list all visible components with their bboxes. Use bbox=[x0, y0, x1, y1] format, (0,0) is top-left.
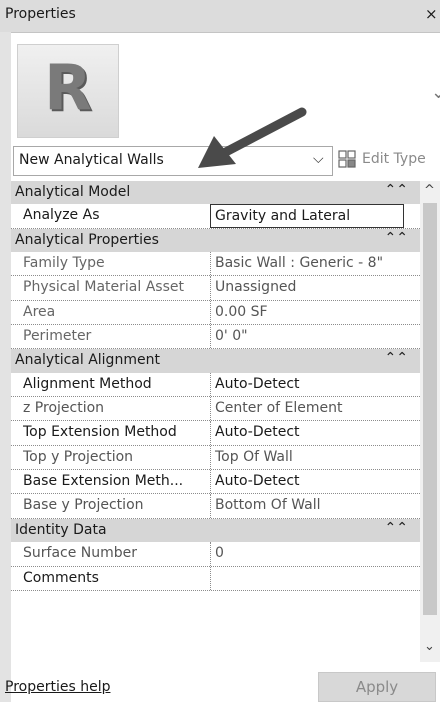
property-name: Base y Projection bbox=[23, 497, 144, 514]
property-row[interactable]: Alignment Method Auto-Detect bbox=[11, 372, 420, 398]
chevron-down-icon: ⌵ bbox=[313, 151, 324, 167]
property-value-text: Unassigned bbox=[215, 279, 297, 296]
revit-logo-icon: R bbox=[17, 44, 119, 138]
group-label: Analytical Alignment bbox=[15, 352, 160, 369]
group-analytical-alignment[interactable]: Analytical Alignment ⌃⌃ bbox=[11, 349, 420, 373]
property-value-text: Basic Wall : Generic - 8" bbox=[215, 255, 384, 272]
property-value[interactable]: 0 bbox=[210, 542, 404, 566]
property-value[interactable] bbox=[210, 566, 404, 590]
property-name: Base Extension Meth... bbox=[23, 473, 184, 490]
properties-grid: Analytical Model ⌃⌃ Analyze As Gravity a… bbox=[11, 181, 420, 591]
collapse-icon[interactable]: ⌃⌃ bbox=[385, 230, 408, 246]
property-value-text: 0 bbox=[215, 545, 224, 562]
scroll-up-icon[interactable]: ^ bbox=[424, 183, 435, 198]
group-label: Identity Data bbox=[15, 521, 107, 538]
scroll-thumb[interactable] bbox=[423, 203, 437, 615]
property-value-text: Center of Element bbox=[215, 400, 343, 417]
property-value-text: Top Of Wall bbox=[215, 448, 293, 465]
scroll-down-icon[interactable]: ⌄ bbox=[424, 639, 435, 654]
property-row[interactable]: Surface Number 0 bbox=[11, 542, 420, 567]
property-row[interactable]: Physical Material Asset Unassigned bbox=[11, 276, 420, 301]
property-row[interactable]: z Projection Center of Element bbox=[11, 397, 420, 422]
property-name: Top y Projection bbox=[23, 448, 134, 465]
edit-type-label: Edit Type bbox=[362, 151, 426, 167]
property-row-analyze-as[interactable]: Analyze As Gravity and Lateral bbox=[11, 204, 420, 229]
property-row[interactable]: Family Type Basic Wall : Generic - 8" bbox=[11, 252, 420, 277]
apply-button[interactable]: Apply bbox=[318, 672, 436, 702]
collapse-icon[interactable]: ⌃⌃ bbox=[385, 350, 408, 366]
property-name: Physical Material Asset bbox=[23, 279, 184, 296]
property-value[interactable]: Auto-Detect bbox=[210, 470, 404, 494]
property-value[interactable]: Top Of Wall bbox=[210, 445, 404, 470]
property-name: z Projection bbox=[23, 400, 105, 417]
property-name: Top Extension Method bbox=[23, 424, 177, 441]
group-label: Analytical Model bbox=[15, 184, 131, 200]
property-value: Basic Wall : Generic - 8" bbox=[210, 252, 404, 276]
title-bar: Properties × bbox=[0, 0, 440, 33]
group-label: Analytical Properties bbox=[15, 231, 159, 248]
edit-type-icon bbox=[338, 150, 356, 168]
properties-help-link[interactable]: Properties help bbox=[5, 679, 110, 695]
property-value-text: Bottom Of Wall bbox=[215, 497, 321, 514]
footer: Properties help Apply bbox=[0, 672, 440, 702]
property-value-text: 0.00 SF bbox=[215, 303, 268, 320]
property-value: 0' 0" bbox=[210, 325, 404, 349]
type-selector-value: New Analytical Walls bbox=[19, 152, 164, 168]
property-value-text: 0' 0" bbox=[215, 328, 248, 345]
window-title: Properties bbox=[5, 6, 76, 22]
property-value-text: Auto-Detect bbox=[215, 473, 300, 490]
property-name: Perimeter bbox=[23, 328, 92, 345]
property-name: Family Type bbox=[23, 255, 105, 272]
close-icon[interactable]: × bbox=[425, 5, 438, 23]
scrollbar[interactable]: ^ ⌄ bbox=[420, 181, 440, 662]
property-name: Surface Number bbox=[23, 545, 138, 562]
group-analytical-properties[interactable]: Analytical Properties ⌃⌃ bbox=[11, 228, 420, 253]
property-row[interactable]: Comments bbox=[11, 566, 420, 591]
property-row[interactable]: Base y Projection Bottom Of Wall bbox=[11, 494, 420, 519]
property-value-text: Auto-Detect bbox=[215, 375, 300, 392]
property-name: Alignment Method bbox=[23, 375, 152, 392]
property-value[interactable]: Auto-Detect bbox=[210, 372, 404, 397]
frame-left bbox=[0, 32, 11, 702]
property-row[interactable]: Base Extension Meth... Auto-Detect bbox=[11, 470, 420, 495]
property-value-input[interactable]: Gravity and Lateral bbox=[210, 204, 404, 228]
collapse-icon[interactable]: ⌃⌃ bbox=[385, 182, 408, 198]
property-value: Unassigned bbox=[210, 276, 404, 300]
group-analytical-model[interactable]: Analytical Model ⌃⌃ bbox=[11, 181, 420, 205]
property-value[interactable]: Center of Element bbox=[210, 397, 404, 421]
property-value[interactable]: Bottom Of Wall bbox=[210, 494, 404, 518]
property-value-text: Auto-Detect bbox=[215, 424, 300, 441]
property-name: Area bbox=[23, 303, 56, 320]
property-value: Gravity and Lateral bbox=[215, 208, 351, 225]
logo-letter: R bbox=[44, 51, 92, 124]
property-name: Analyze As bbox=[23, 207, 100, 224]
property-row[interactable]: Area 0.00 SF bbox=[11, 300, 420, 326]
property-row[interactable]: Top Extension Method Auto-Detect bbox=[11, 421, 420, 446]
property-row[interactable]: Top y Projection Top Of Wall bbox=[11, 445, 420, 471]
property-row[interactable]: Perimeter 0' 0" bbox=[11, 325, 420, 350]
property-value[interactable]: Auto-Detect bbox=[210, 421, 404, 445]
property-name: Comments bbox=[23, 569, 99, 586]
type-selector-dropdown[interactable]: New Analytical Walls ⌵ bbox=[13, 146, 333, 176]
property-value: 0.00 SF bbox=[210, 300, 404, 325]
chevron-down-icon[interactable]: ⌄ bbox=[431, 82, 440, 103]
collapse-icon[interactable]: ⌃⌃ bbox=[385, 520, 408, 536]
group-identity-data[interactable]: Identity Data ⌃⌃ bbox=[11, 518, 420, 543]
